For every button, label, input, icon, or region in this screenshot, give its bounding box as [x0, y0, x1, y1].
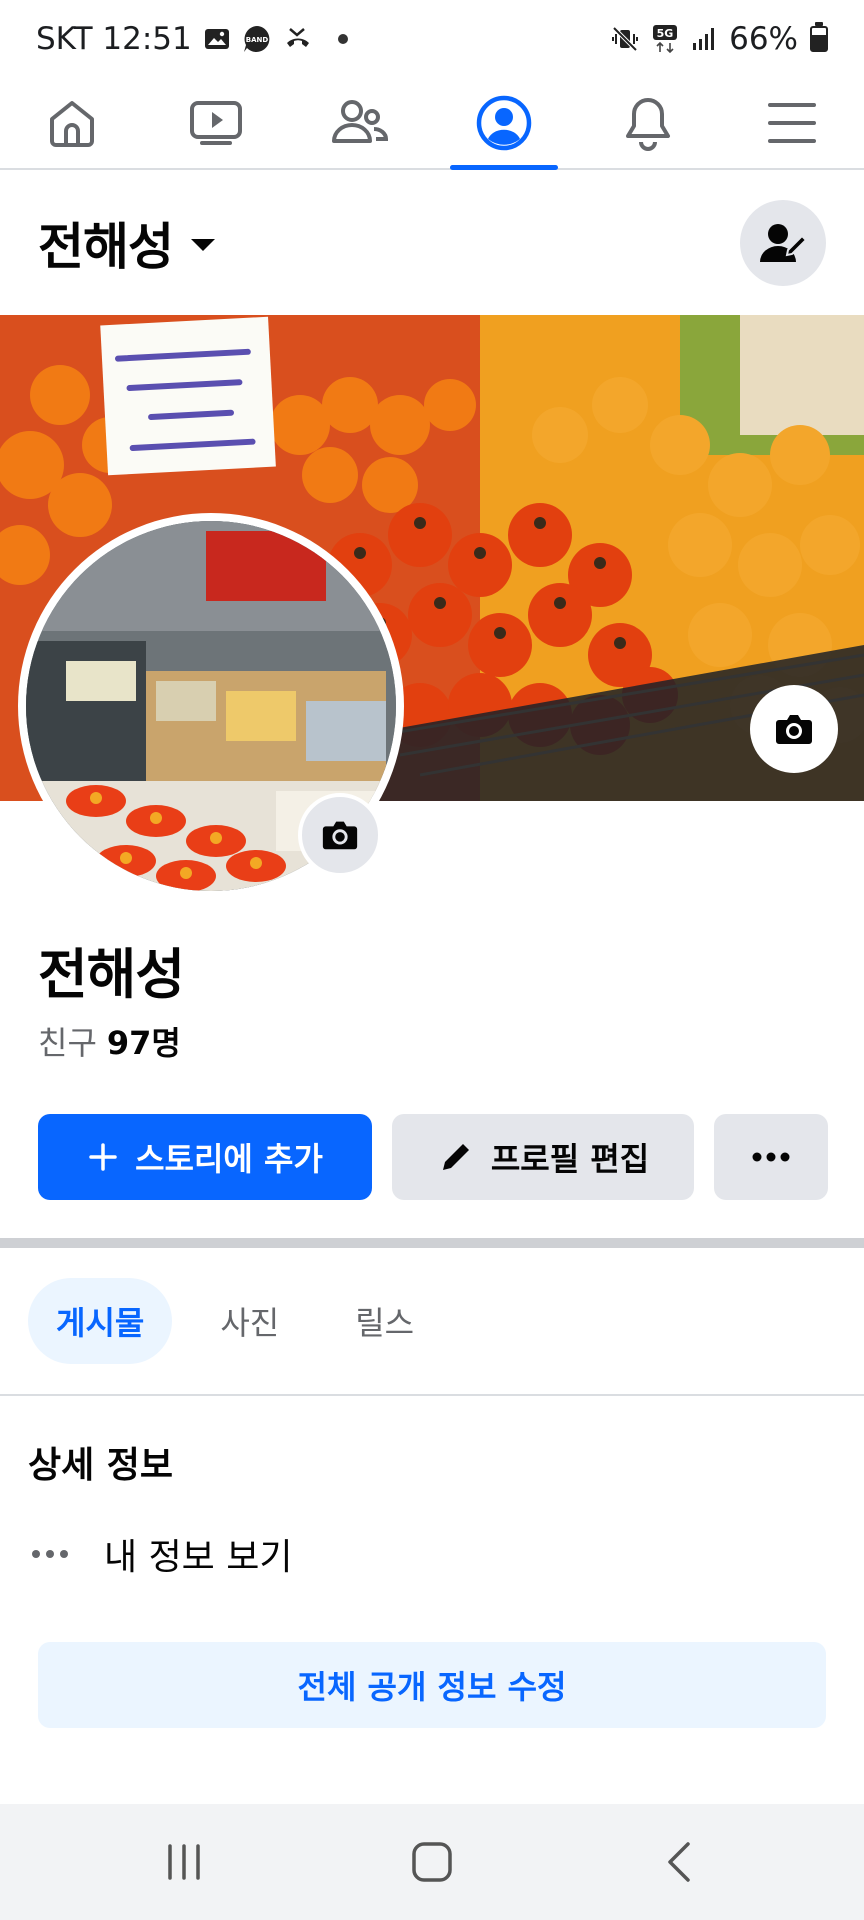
status-bar: SKT 12:51 BAND 5G 66%	[0, 0, 864, 78]
camera-icon	[776, 715, 812, 744]
notification-dot-icon	[337, 34, 348, 44]
tab-photos[interactable]: 사진	[192, 1278, 307, 1364]
friends-link[interactable]: 친구 97명	[38, 1018, 181, 1064]
profile-icon	[476, 95, 532, 151]
see-info-label: 내 정보 보기	[104, 1537, 293, 1578]
friends-icon	[332, 100, 389, 143]
back-icon	[668, 1842, 690, 1882]
band-icon: BAND	[242, 24, 272, 54]
video-icon	[190, 101, 242, 145]
details-title: 상세 정보	[28, 1445, 174, 1486]
home-button-icon	[412, 1842, 452, 1882]
battery-level-fill	[812, 35, 826, 50]
more-options-button[interactable]	[714, 1114, 828, 1200]
more-horizontal-icon	[752, 1152, 790, 1162]
plus-icon	[89, 1143, 117, 1171]
camera-icon	[322, 821, 358, 850]
profile-header: 전해성	[0, 172, 864, 314]
account-switcher[interactable]: 전해성	[38, 207, 215, 279]
5g-label: 5G	[657, 27, 674, 40]
tab-posts[interactable]: 게시물	[28, 1278, 173, 1364]
edit-profile-button[interactable]: 프로필 편집	[392, 1114, 694, 1200]
status-right: 5G 66%	[611, 21, 828, 57]
system-nav-bar	[0, 1804, 864, 1920]
back-button[interactable]	[620, 1822, 740, 1902]
nav-tab-notifications[interactable]	[576, 78, 720, 168]
nav-tab-video[interactable]	[144, 78, 288, 168]
status-left: SKT 12:51 BAND	[36, 21, 348, 57]
more-horizontal-icon	[32, 1550, 68, 1558]
recent-apps-icon	[168, 1844, 200, 1880]
profile-tabs: 게시물 사진 릴스	[28, 1278, 442, 1364]
change-cover-button[interactable]	[752, 687, 836, 771]
add-story-label: 스토리에 추가	[135, 1140, 323, 1178]
top-nav	[0, 78, 864, 170]
section-divider	[0, 1238, 864, 1248]
nav-tab-home[interactable]	[0, 78, 144, 168]
edit-profile-person-icon	[760, 224, 808, 262]
missed-call-icon	[284, 25, 312, 53]
tab-reels[interactable]: 릴스	[327, 1278, 442, 1364]
svg-text:BAND: BAND	[246, 36, 269, 44]
edit-public-details-button[interactable]: 전체 공개 정보 수정	[38, 1642, 826, 1728]
signal-icon	[691, 26, 717, 52]
edit-profile-person-button[interactable]	[740, 200, 826, 286]
bell-icon	[626, 98, 670, 151]
caret-down-icon	[191, 239, 215, 251]
edit-profile-label: 프로필 편집	[490, 1140, 650, 1178]
nav-tab-menu[interactable]	[720, 78, 864, 168]
mute-vibrate-icon	[611, 25, 639, 53]
friends-count: 97명	[106, 1024, 181, 1062]
5g-icon: 5G	[651, 24, 679, 54]
profile-actions: 스토리에 추가 프로필 편집	[38, 1114, 828, 1200]
tabs-divider	[0, 1394, 864, 1396]
pencil-icon	[442, 1144, 469, 1170]
menu-icon	[768, 103, 816, 143]
recent-apps-button[interactable]	[124, 1822, 244, 1902]
friends-label: 친구	[38, 1024, 97, 1062]
home-system-button[interactable]	[372, 1822, 492, 1902]
battery-percent: 66%	[729, 21, 798, 57]
change-avatar-button[interactable]	[298, 793, 382, 877]
home-icon	[50, 101, 94, 147]
nav-tab-profile[interactable]	[432, 78, 576, 170]
add-story-button[interactable]: 스토리에 추가	[38, 1114, 372, 1200]
profile-name: 전해성	[38, 943, 185, 1006]
carrier-time: SKT 12:51	[36, 21, 192, 57]
gallery-icon	[204, 26, 230, 52]
battery-icon	[810, 22, 828, 52]
nav-tab-friends[interactable]	[288, 78, 432, 168]
see-info-row[interactable]: 내 정보 보기	[30, 1528, 293, 1580]
header-name: 전해성	[38, 218, 174, 276]
